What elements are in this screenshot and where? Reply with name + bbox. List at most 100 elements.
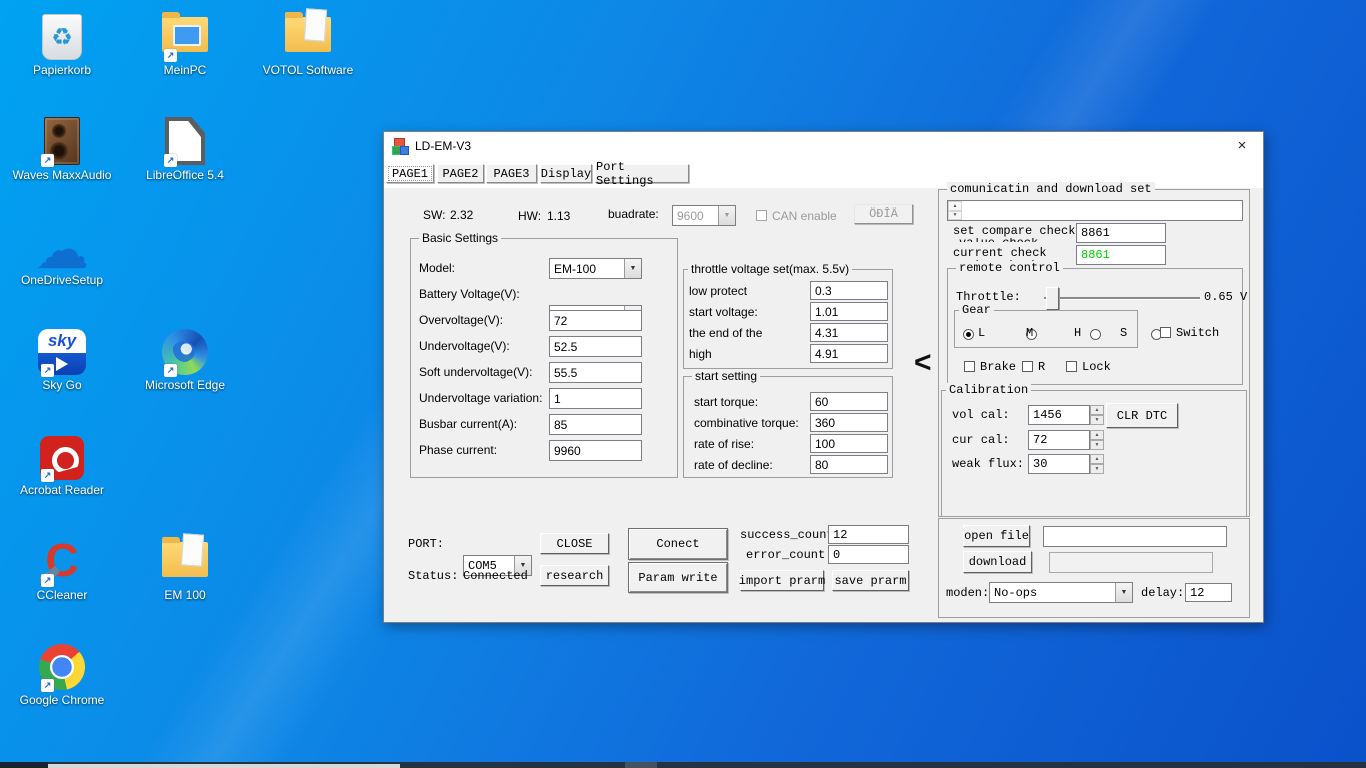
- model-select[interactable]: EM-100: [549, 258, 642, 279]
- close-icon[interactable]: ×: [1232, 136, 1252, 155]
- baudrate-select[interactable]: 9600: [672, 205, 736, 226]
- switch-checkbox[interactable]: [1160, 327, 1171, 338]
- desktop-icon-meinpc[interactable]: MeinPC: [130, 8, 240, 108]
- spin-up-icon: [948, 201, 962, 211]
- desktop-icon-google-chrome[interactable]: Google Chrome: [7, 638, 117, 738]
- window-titlebar[interactable]: LD-EM-V3 ×: [384, 132, 1263, 159]
- error-count-field[interactable]: 0: [828, 545, 909, 564]
- taskbar[interactable]: [0, 762, 1366, 768]
- desktop-icon-microsoft-edge[interactable]: Microsoft Edge: [130, 323, 240, 423]
- taskbar-segment[interactable]: [625, 762, 657, 768]
- lock-checkbox[interactable]: [1066, 361, 1077, 372]
- rate-of-decline-label: rate of decline:: [694, 458, 773, 472]
- taskbar-window-strip[interactable]: [48, 764, 400, 768]
- comm-download-title: comunicatin and download set: [947, 182, 1155, 196]
- desktop-icon-acrobat-reader[interactable]: Acrobat Reader: [7, 428, 117, 528]
- tab-port-settings[interactable]: Port Settings: [595, 160, 689, 188]
- throttle-value: 0.65 V: [1204, 290, 1248, 304]
- cur-cal-spinner[interactable]: 72: [1028, 430, 1104, 450]
- app-icon: [392, 137, 409, 155]
- desktop-icon-papierkorb[interactable]: Papierkorb: [7, 8, 117, 108]
- gear-radio-l[interactable]: [963, 329, 974, 340]
- set-compare-label-wrap: set compare check value check: [953, 224, 1075, 242]
- gear-title: Gear: [959, 303, 994, 317]
- tab-page1[interactable]: PAGE1: [386, 164, 434, 183]
- comm-combo-spinner[interactable]: [948, 201, 962, 220]
- desktop-icon-sky-go[interactable]: sky Sky Go: [7, 323, 117, 423]
- open-file-field[interactable]: [1043, 526, 1227, 547]
- spin-down-icon: [948, 210, 962, 220]
- desktop-icon-votol-software[interactable]: VOTOL Software: [253, 8, 363, 108]
- phase-current-field[interactable]: 9960: [549, 440, 642, 461]
- chevron-down-icon[interactable]: [1115, 583, 1132, 602]
- desktop-icon-onedrivesetup[interactable]: ☁ OneDriveSetup: [7, 218, 117, 318]
- chevron-down-icon[interactable]: [624, 259, 641, 278]
- overvoltage-field[interactable]: 72: [549, 310, 642, 331]
- param-write-button[interactable]: Param write: [628, 562, 728, 593]
- can-enable-checkbox[interactable]: [756, 210, 767, 221]
- desktop-icon-waves-maxxaudio[interactable]: Waves MaxxAudio: [7, 113, 117, 213]
- end-of-the-field[interactable]: 4.31: [810, 323, 888, 342]
- weak-flux-spinner[interactable]: 30: [1028, 454, 1104, 474]
- tab-page3[interactable]: PAGE3: [486, 164, 537, 183]
- start-voltage-field[interactable]: 1.01: [810, 302, 888, 321]
- desktop-icon-label: Google Chrome: [19, 693, 105, 707]
- baudrate-label: buadrate:: [608, 207, 659, 221]
- tab-page2[interactable]: PAGE2: [437, 164, 484, 183]
- download-button[interactable]: download: [963, 551, 1032, 573]
- current-check-label: current check: [953, 246, 1047, 260]
- low-protect-field[interactable]: 0.3: [810, 281, 888, 300]
- shortcut-arrow-icon: [164, 154, 177, 167]
- spin-down-icon[interactable]: [1090, 440, 1104, 450]
- vol-cal-spinner[interactable]: 1456: [1028, 405, 1104, 425]
- success-count-field[interactable]: 12: [828, 525, 909, 544]
- desktop-icon-label: LibreOffice 5.4: [146, 168, 224, 182]
- gear-label-m: M: [1026, 326, 1034, 340]
- soft-undervoltage-field[interactable]: 55.5: [549, 362, 642, 383]
- cloud-icon: ☁: [35, 220, 89, 280]
- import-param-button[interactable]: import prarm: [739, 570, 825, 591]
- r-checkbox[interactable]: [1022, 361, 1033, 372]
- research-button[interactable]: research: [540, 565, 609, 586]
- set-compare-field[interactable]: 8861: [1076, 223, 1166, 243]
- shortcut-arrow-icon: [41, 469, 54, 482]
- throttle-slider-track[interactable]: [1044, 297, 1200, 299]
- undervoltage-field[interactable]: 52.5: [549, 336, 642, 357]
- busbar-current-field[interactable]: 85: [549, 414, 642, 435]
- status-label: Status:: [408, 569, 459, 583]
- moden-select[interactable]: No-ops: [989, 582, 1133, 603]
- combinative-torque-field[interactable]: 360: [810, 413, 888, 432]
- close-port-button[interactable]: CLOSE: [540, 533, 609, 554]
- comm-combo[interactable]: [947, 200, 1243, 221]
- spin-down-icon[interactable]: [1090, 415, 1104, 425]
- rate-of-decline-field[interactable]: 80: [810, 455, 888, 474]
- start-torque-field[interactable]: 60: [810, 392, 888, 411]
- clr-dtc-button[interactable]: CLR DTC: [1106, 403, 1178, 428]
- undervoltage-variation-field[interactable]: 1: [549, 388, 642, 409]
- spin-down-icon[interactable]: [1090, 464, 1104, 474]
- brake-checkbox[interactable]: [964, 361, 975, 372]
- language-button[interactable]: ÖĐÎÄ: [854, 204, 913, 224]
- chevron-down-icon[interactable]: [718, 206, 735, 225]
- spin-up-icon[interactable]: [1090, 430, 1104, 440]
- busbar-current-label: Busbar current(A):: [419, 417, 518, 431]
- throttle-slider-handle[interactable]: [1046, 287, 1059, 310]
- gear-radio-h[interactable]: [1089, 329, 1101, 340]
- spin-up-icon[interactable]: [1090, 454, 1104, 464]
- desktop-icon-ccleaner[interactable]: C CCleaner: [7, 533, 117, 633]
- desktop-icon-libreoffice[interactable]: LibreOffice 5.4: [130, 113, 240, 213]
- model-label: Model:: [419, 261, 456, 275]
- desktop-icon-label: EM 100: [164, 588, 206, 602]
- delay-field[interactable]: 12: [1185, 583, 1232, 602]
- rate-of-rise-field[interactable]: 100: [810, 434, 888, 453]
- open-file-button[interactable]: open file: [963, 525, 1030, 547]
- desktop-icon-em100[interactable]: EM 100: [130, 533, 240, 633]
- spin-up-icon[interactable]: [1090, 405, 1104, 415]
- sky-logo-text: sky: [38, 329, 86, 353]
- high-field[interactable]: 4.91: [810, 344, 888, 363]
- current-check-field[interactable]: 8861: [1076, 245, 1166, 265]
- tab-display[interactable]: Display: [540, 164, 592, 183]
- save-param-button[interactable]: save prarm: [832, 570, 909, 591]
- taskbar-start-area[interactable]: [0, 762, 48, 768]
- connect-button[interactable]: Conect: [628, 528, 728, 560]
